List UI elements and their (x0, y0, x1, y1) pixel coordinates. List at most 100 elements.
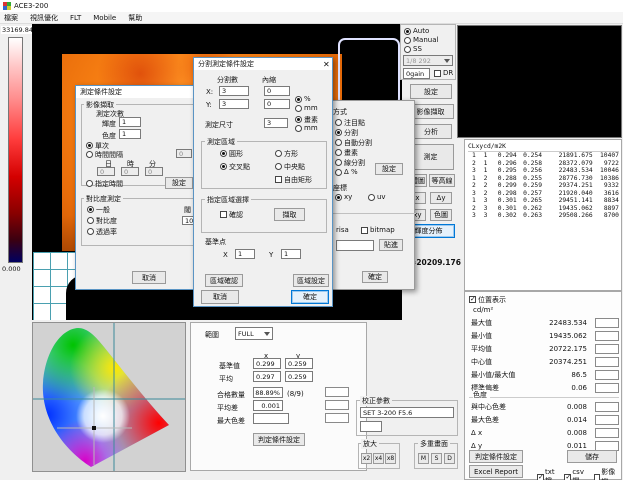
maxdiff-judge-box (325, 413, 349, 423)
avg-y-field[interactable]: 0.259 (285, 371, 313, 382)
dialog-title[interactable]: 分割測定條件設定 (194, 58, 332, 70)
maxdiff-label: 最大色差 (217, 416, 245, 426)
table-row[interactable]: 12 0.2880.255 28776.73010386 (468, 175, 619, 183)
y-inset-field[interactable]: 0 (264, 99, 290, 109)
percent-radio[interactable] (295, 96, 302, 103)
region-confirm-button[interactable]: 區域確認 (205, 274, 243, 287)
method-set-button[interactable]: 設定 (375, 163, 403, 175)
calibration-value2-field[interactable] (360, 421, 382, 432)
table-row[interactable]: 21 0.2960.258 28372.0799722 (468, 160, 619, 168)
export-check[interactable]: txt檔 (537, 467, 560, 480)
split-radio[interactable] (335, 129, 342, 136)
base-x-field[interactable]: 1 (235, 249, 255, 259)
measurement-table[interactable]: CLxycd/m2K 11 0.2940.254 21891.67510407 … (464, 139, 622, 291)
multiscreen-button[interactable]: M (418, 453, 429, 464)
pixel-radio[interactable] (335, 149, 342, 156)
line-split-radio[interactable] (335, 159, 342, 166)
analyze-button[interactable]: 分析 (410, 124, 452, 139)
contour-button[interactable]: 等高線 (429, 174, 455, 187)
attention-point-radio[interactable] (335, 119, 342, 126)
ok-button[interactable]: 確定 (362, 271, 388, 283)
uv-radio[interactable] (368, 194, 375, 201)
cie-diagram-panel[interactable] (32, 322, 186, 472)
excel-report-button[interactable]: Excel Report (469, 465, 523, 478)
colormap-button[interactable]: 色圖 (430, 209, 452, 221)
contrast-radio[interactable] (87, 217, 94, 224)
menu-item[interactable]: 幫助 (128, 13, 142, 23)
size-label: 測定尺寸 (205, 120, 233, 130)
zoom-factor-button[interactable]: x8 (385, 453, 396, 464)
settings-button[interactable]: 設定 (410, 84, 452, 99)
exposure-ss-radio[interactable] (404, 46, 411, 53)
timed-radio[interactable] (86, 180, 93, 187)
multiscreen-button[interactable]: D (444, 453, 455, 464)
judge-condition-button[interactable]: 判定條件設定 (469, 450, 523, 463)
grab-button[interactable]: 擷取 (274, 208, 305, 221)
stat-row: 最小值 19435.062 (471, 329, 619, 342)
range-dropdown[interactable]: FULL (235, 327, 273, 340)
time-set-button[interactable]: 設定 (165, 177, 193, 189)
menu-item[interactable]: FLT (70, 14, 81, 22)
mm-radio[interactable] (295, 105, 302, 112)
base-y-field[interactable]: 1 (281, 249, 301, 259)
method-path-field[interactable] (336, 240, 374, 251)
single-radio[interactable] (86, 142, 93, 149)
region-set-button[interactable]: 區域設定 (293, 274, 329, 287)
table-row[interactable]: 32 0.2980.257 21920.0403616 (468, 190, 619, 198)
delta-y-button[interactable]: Δy (430, 192, 452, 204)
paste-button[interactable]: 貼進 (379, 239, 403, 251)
cross-radio[interactable] (220, 163, 227, 170)
judge-condition-button[interactable]: 判定條件設定 (253, 433, 305, 446)
xy-radio[interactable] (335, 194, 342, 201)
cancel-button[interactable]: 取消 (201, 290, 239, 304)
mm-unit-radio[interactable] (295, 125, 302, 132)
center-radio[interactable] (275, 163, 282, 170)
shutter-dropdown[interactable]: 1/8 292 (403, 55, 453, 66)
secondary-image-view[interactable] (457, 25, 622, 138)
normal-radio[interactable] (87, 206, 94, 213)
export-check[interactable]: csv檔 (564, 467, 589, 480)
delta-pct-radio[interactable] (335, 169, 342, 176)
menu-item[interactable]: 檔案 (4, 13, 18, 23)
avg-x-field[interactable]: 0.297 (253, 371, 281, 382)
size-field[interactable]: 3 (264, 118, 288, 128)
menu-item[interactable]: 視訊優化 (30, 13, 58, 23)
exposure-manual-radio[interactable] (404, 37, 411, 44)
pixel-unit-radio[interactable] (295, 116, 302, 123)
interval-radio[interactable] (86, 151, 93, 158)
chroma-count-field[interactable]: 1 (119, 129, 141, 139)
cancel-button[interactable]: 取消 (132, 271, 166, 284)
ref-x-field[interactable]: 0.299 (253, 358, 281, 369)
table-row[interactable]: 11 0.2940.254 21891.67510407 (468, 152, 619, 160)
zoom-factor-button[interactable]: x4 (373, 453, 384, 464)
calibration-value-field[interactable]: SET 3-200 F5.6 (360, 407, 454, 418)
table-row[interactable]: 22 0.2990.259 29374.2519332 (468, 182, 619, 190)
gain-field[interactable]: 0gain (403, 68, 430, 79)
zoom-factor-button[interactable]: x2 (361, 453, 372, 464)
square-radio[interactable] (275, 150, 282, 157)
exposure-auto-radio[interactable] (404, 28, 411, 35)
dr-checkbox[interactable] (434, 70, 441, 77)
save-button[interactable]: 儲存 (567, 450, 617, 463)
y-division-field[interactable]: 3 (219, 99, 249, 109)
export-check[interactable]: 影像檔 (594, 467, 621, 480)
table-row[interactable]: 33 0.3020.263 29508.2668700 (468, 212, 619, 220)
ok-button[interactable]: 確定 (291, 290, 329, 304)
circle-radio[interactable] (220, 150, 227, 157)
x-division-field[interactable]: 3 (219, 86, 249, 96)
position-display-checkbox[interactable] (469, 296, 476, 303)
confirm-checkbox[interactable] (220, 211, 227, 218)
menu-item[interactable]: Mobile (93, 14, 116, 22)
x-inset-field[interactable]: 0 (264, 86, 290, 96)
table-row[interactable]: 13 0.3010.265 29451.1418834 (468, 197, 619, 205)
bitmap-checkbox[interactable] (361, 227, 368, 234)
ref-y-field[interactable]: 0.259 (285, 358, 313, 369)
close-icon[interactable]: ✕ (323, 60, 330, 69)
auto-split-radio[interactable] (335, 139, 342, 146)
table-row[interactable]: 31 0.2950.256 22483.53410046 (468, 167, 619, 175)
transmit-radio[interactable] (87, 228, 94, 235)
lum-count-field[interactable]: 1 (119, 117, 141, 127)
multiscreen-button[interactable]: S (431, 453, 442, 464)
free-rect-checkbox[interactable] (275, 176, 282, 183)
table-row[interactable]: 23 0.3010.262 19435.0628897 (468, 205, 619, 213)
